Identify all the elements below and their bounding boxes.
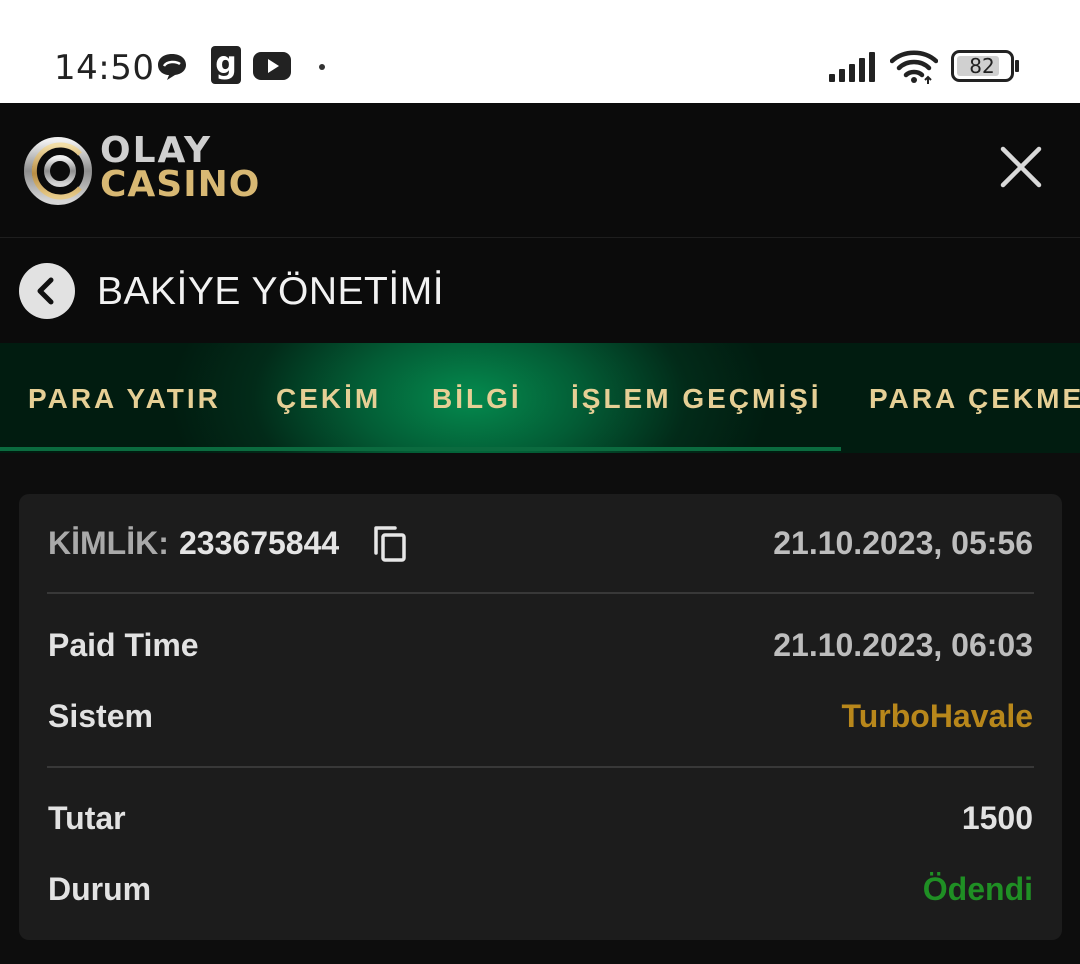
transaction-id-value: 233675844 bbox=[179, 525, 340, 561]
tab-bar: PARA YATIR ÇEKİM BİLGİ İŞLEM GEÇMİŞİ PAR… bbox=[0, 343, 1080, 453]
divider bbox=[47, 766, 1034, 768]
chat-bubble-icon bbox=[158, 54, 186, 80]
status-time: 14:50 bbox=[54, 48, 155, 88]
g-app-icon: g bbox=[211, 46, 241, 84]
signal-icon bbox=[829, 52, 875, 82]
divider bbox=[47, 592, 1034, 594]
dot-icon bbox=[319, 64, 325, 70]
tab-cekim[interactable]: ÇEKİM bbox=[276, 343, 381, 453]
copy-icon[interactable] bbox=[373, 525, 407, 563]
page-title-bar: BAKİYE YÖNETİMİ bbox=[0, 238, 1080, 343]
wifi-icon bbox=[890, 50, 938, 84]
chevron-left-icon bbox=[37, 277, 54, 305]
paid-time-value: 21.10.2023, 06:03 bbox=[773, 627, 1033, 663]
olay-casino-logo[interactable]: OLAY CASINO bbox=[22, 133, 302, 213]
transaction-created-at: 21.10.2023, 05:56 bbox=[773, 525, 1033, 561]
amount-label: Tutar bbox=[48, 800, 126, 836]
tab-para-yatir[interactable]: PARA YATIR bbox=[28, 343, 221, 453]
system-label: Sistem bbox=[48, 698, 153, 734]
tab-bilgi[interactable]: BİLGİ bbox=[432, 343, 522, 453]
battery-icon: 82 bbox=[951, 50, 1021, 82]
svg-text:g: g bbox=[215, 46, 236, 81]
back-button[interactable] bbox=[19, 263, 75, 319]
status-bar: 14:50 g 82 bbox=[0, 0, 1080, 103]
system-value: TurboHavale bbox=[841, 698, 1033, 734]
app-header: OLAY CASINO bbox=[0, 103, 1080, 238]
paid-time-label: Paid Time bbox=[48, 627, 199, 663]
transaction-id-label: KİMLİK: bbox=[48, 525, 169, 561]
tab-islem-gecmisi[interactable]: İŞLEM GEÇMİŞİ bbox=[571, 343, 822, 453]
close-icon[interactable] bbox=[996, 142, 1046, 192]
logo-line-casino: CASINO bbox=[100, 164, 261, 205]
tab-para-cekme[interactable]: PARA ÇEKME bbox=[869, 343, 1080, 453]
tab-scroll-indicator bbox=[0, 447, 841, 451]
battery-level: 82 bbox=[969, 54, 995, 78]
transaction-card: KİMLİK: 233675844 21.10.2023, 05:56 Paid… bbox=[19, 494, 1062, 940]
status-badge: Ödendi bbox=[922, 871, 1033, 907]
youtube-icon bbox=[253, 52, 291, 80]
amount-value: 1500 bbox=[961, 800, 1033, 836]
status-label: Durum bbox=[48, 871, 152, 907]
page-title: BAKİYE YÖNETİMİ bbox=[97, 270, 445, 313]
